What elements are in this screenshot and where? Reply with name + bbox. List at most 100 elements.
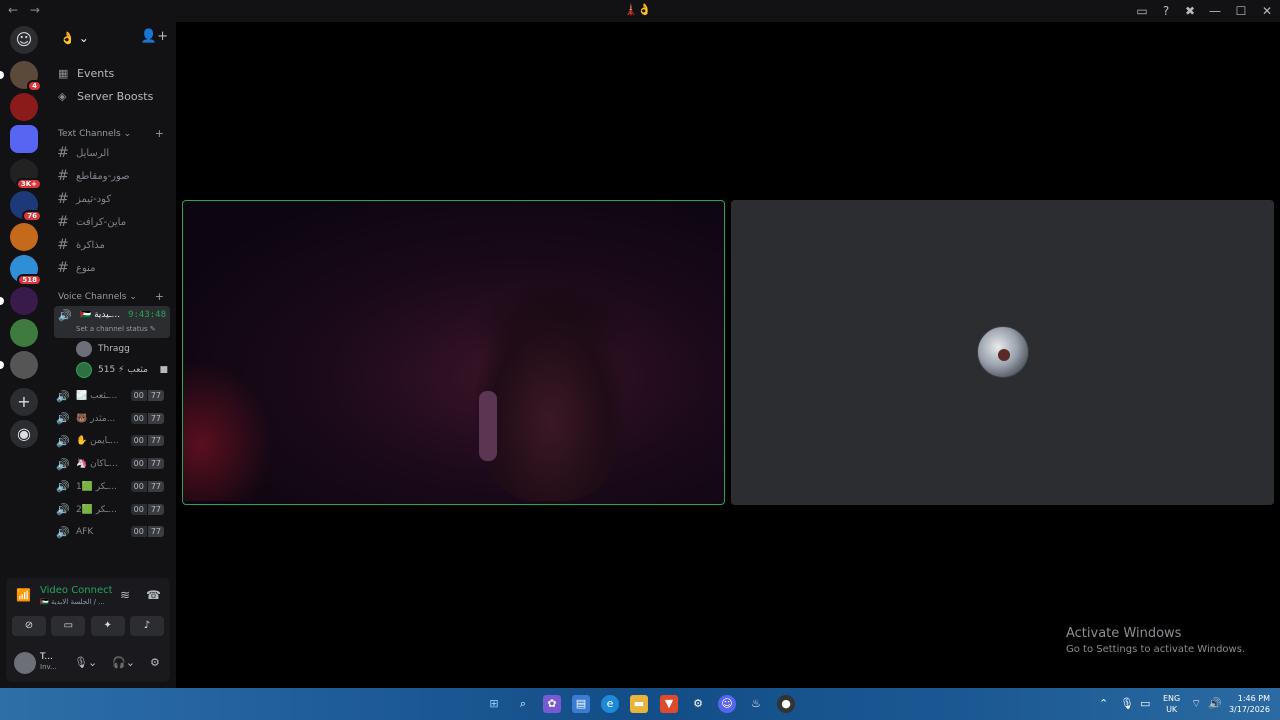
user-panel[interactable]: T... Inv... 🎙⌄ 🎧⌄ ⚙ [12,650,164,676]
app-icon[interactable]: ● [777,695,795,713]
voice-channel[interactable]: 🔊 2🟩 ـكر... 00 77 [54,500,170,520]
discord-icon[interactable]: ☺ [718,695,736,713]
channel-name: 🐻 مثدر... [76,413,116,424]
events-item[interactable]: ▦ Events [58,63,114,83]
voice-channel[interactable]: 🔊 🌫️ ـثعب... 00 77 [54,386,170,406]
clock-date: 3/17/2026 [1228,705,1270,714]
voice-channel[interactable]: 🔊 ✋ ـايمن... 00 77 [54,431,170,451]
soundboard-button[interactable]: ♪ [129,616,164,636]
tray-overflow-icon[interactable]: ⌃ [1099,697,1108,710]
screen-share-button[interactable]: ▭ [51,616,86,636]
text-channel[interactable]: # كود-ثيمز [54,189,170,209]
back-arrow-icon[interactable]: ← [8,3,18,17]
discord-home-icon[interactable]: ☺ [10,26,38,54]
window-titlebar: ← → 🗼👌 ▭ ? ✖ — ☐ ✕ [0,0,1280,22]
display-tray-icon[interactable]: ▭ [1140,697,1150,710]
wifi-icon[interactable]: ⌔ [1191,697,1201,711]
camera-off-button[interactable]: ⊘ [12,616,46,636]
video-tile-camera[interactable] [182,200,725,505]
forward-arrow-icon[interactable]: → [30,3,40,17]
watermark-subtitle: Go to Settings to activate Windows. [1066,644,1246,655]
voice-status-channel[interactable]: 🇵🇸 الجلسة الابدية / ... [40,598,112,606]
avatar [76,362,92,378]
text-channel[interactable]: # صور-ومقاطع [54,166,170,186]
brave-icon[interactable]: ▼ [660,695,678,713]
server-icon[interactable]: 518 [10,255,42,286]
voice-connection-panel: 📶 Video Connected 🇵🇸 الجلسة الابدية / ..… [6,578,170,682]
voice-channel[interactable]: 🔊 🐻 مثدر... 00 77 [54,409,170,429]
help-icon[interactable]: ? [1154,0,1178,22]
window-title: 🗼👌 [624,3,652,16]
speaker-icon: 🔊 [58,309,72,322]
user-limit-badge: 00 77 [130,412,164,424]
maximize-button[interactable]: ☐ [1228,0,1254,22]
voice-channels-category[interactable]: Voice Channels ⌄ [58,292,137,302]
microphone-icon[interactable]: 🎙⌄ [74,656,97,669]
guild-header[interactable]: 👌 ⌄ 👤+ [48,22,176,56]
text-channels-category[interactable]: Text Channels ⌄ [58,129,131,139]
start-icon[interactable]: ⊞ [485,695,503,713]
text-channel[interactable]: # ماين-كرافت [54,212,170,232]
invite-people-icon[interactable]: 👤+ [141,29,168,44]
steelseries-icon[interactable]: ⚙ [689,695,707,713]
server-icon[interactable] [10,125,38,153]
channel-name: 2🟩 ـكر... [76,504,117,515]
server-icon[interactable] [0,351,38,379]
user-limit-badge: 00 77 [130,390,164,401]
voice-user[interactable]: مثعب ⚡ 515 ■ [76,361,168,379]
settings-gear-icon[interactable]: ⚙ [150,656,160,669]
input-language[interactable]: ENG UK [1163,693,1180,715]
volume-icon[interactable]: 🔊 [1208,697,1222,710]
server-icon[interactable] [10,319,38,347]
active-voice-channel[interactable]: 🔊 🇵🇸 ـيدية... 9:43:48 Set a channel stat… [54,306,170,338]
store-icon[interactable]: ▤ [572,695,590,713]
headphones-icon[interactable]: 🎧⌄ [112,656,135,669]
search-icon[interactable]: ⌕ [514,695,532,713]
minimize-button[interactable]: — [1202,0,1228,22]
voice-status-title: Video Connected [40,585,112,596]
avatar [76,341,92,357]
server-icon[interactable]: 76 [10,191,42,222]
discover-icon[interactable]: ◉ [10,420,38,448]
disconnect-icon[interactable]: ☎ [146,588,161,602]
voice-channel[interactable]: 🔊 1🟩 ـكر... 00 77 [54,477,170,497]
limit-count: 77 [147,480,164,492]
noise-suppression-icon[interactable]: ≋ [120,588,130,602]
channel-status[interactable]: Set a channel status ✎ [76,325,156,333]
speaker-icon: 🔊 [56,457,70,471]
edge-icon[interactable]: e [601,695,619,713]
server-icon[interactable] [10,93,38,121]
speaker-icon: 🔊 [56,412,70,426]
events-label: Events [77,66,115,80]
server-icon[interactable] [0,287,38,315]
system-clock[interactable]: 1:46 PM 3/17/2026 [1224,693,1270,715]
inbox-icon[interactable]: ▭ [1130,0,1154,22]
server-icon[interactable]: 4 [0,61,42,92]
limit-count: 77 [147,390,164,401]
close-button[interactable]: ✕ [1254,0,1280,22]
create-text-channel-icon[interactable]: + [155,127,164,140]
tools-icon[interactable]: ✖ [1178,0,1202,22]
channel-name: ✋ ـايمن... [76,436,119,447]
text-channel[interactable]: # الرسايل [54,143,170,163]
server-icon[interactable]: 3K+ [10,159,42,190]
text-channel[interactable]: # مذاكرة [54,235,170,255]
file-explorer-icon[interactable]: ▬ [630,695,648,713]
camera-icon: ■ [159,365,168,375]
voice-user[interactable]: Thragg [76,340,168,358]
activities-button[interactable]: ✦ [90,616,125,636]
add-server-icon[interactable]: + [10,388,38,416]
channel-name: كود-ثيمز [76,193,112,205]
text-channel[interactable]: # منوع [54,258,170,278]
voice-channel[interactable]: 🔊 🦄 ـاكان... 00 77 [54,454,170,474]
copilot-icon[interactable]: ✿ [543,695,561,713]
speaker-icon: 🔊 [56,525,70,539]
server-icon[interactable] [10,223,38,251]
video-tile-avatar[interactable] [731,200,1274,505]
voice-channel[interactable]: 🔊 AFK 00 77 [54,522,170,542]
create-voice-channel-icon[interactable]: + [155,290,164,303]
server-boosts-item[interactable]: ◈ Server Boosts [58,86,153,106]
mic-tray-icon[interactable]: 🎙 [1120,697,1134,710]
steam-icon[interactable]: ♨ [747,695,765,713]
current-count: 00 [130,412,147,424]
